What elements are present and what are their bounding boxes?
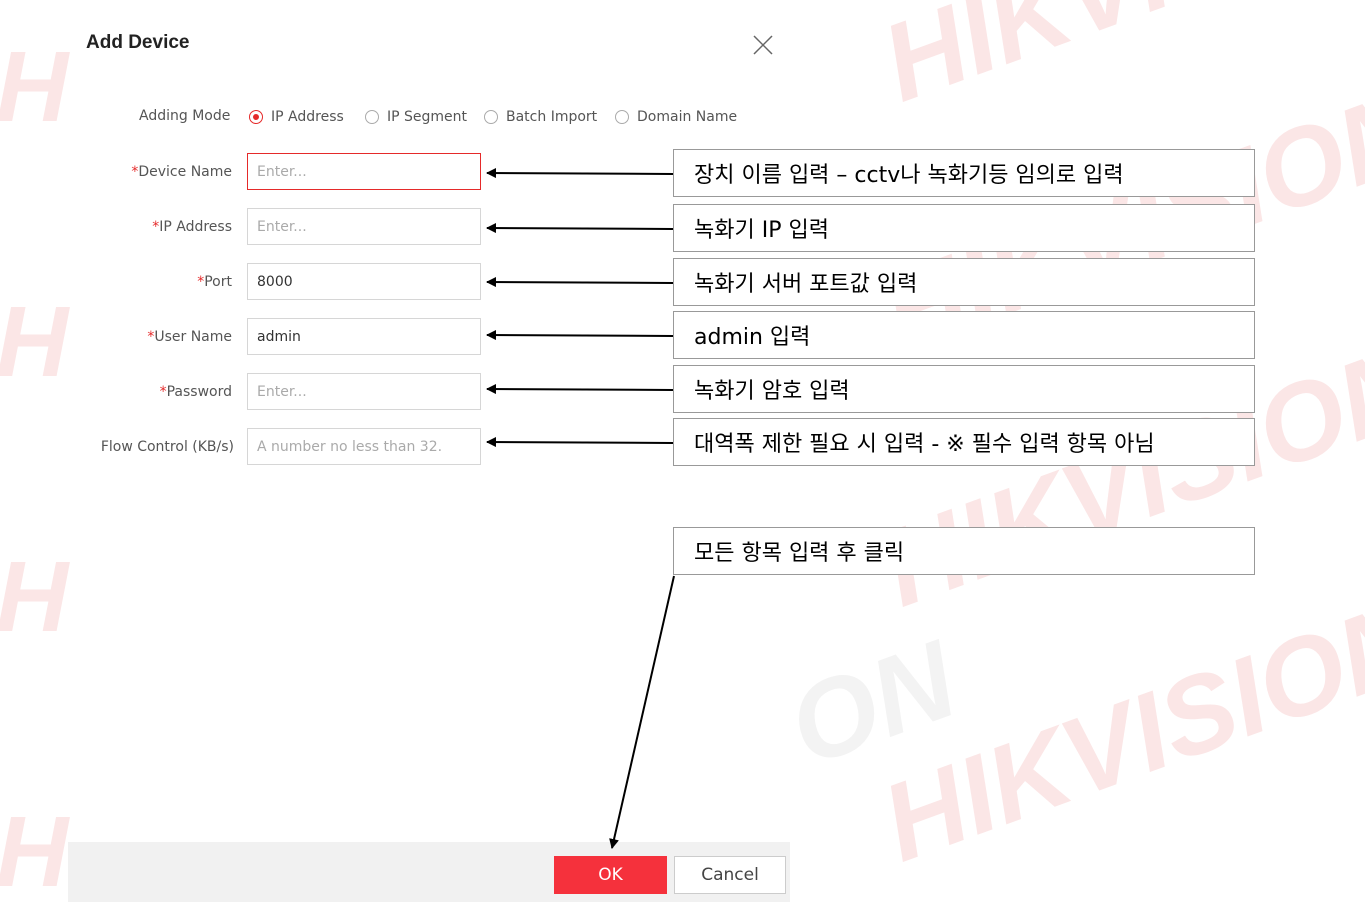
- annotation-ip-address: 녹화기 IP 입력: [673, 204, 1255, 252]
- arrow-ip-address: [486, 223, 674, 234]
- arrow-user-name: [486, 330, 674, 341]
- device-name-label-text: Device Name: [138, 164, 232, 180]
- radio-label: Domain Name: [637, 109, 738, 125]
- watermark-h: H: [0, 286, 69, 398]
- annotation-device-name: 장치 이름 입력 – cctv나 녹화기등 임의로 입력: [673, 149, 1255, 197]
- dialog-title: Add Device: [86, 32, 190, 53]
- watermark-partner: ON: [773, 617, 972, 790]
- close-icon[interactable]: [752, 34, 774, 56]
- flow-control-label-text: Flow Control (KB/s): [100, 439, 234, 455]
- user-name-label: *User Name: [82, 329, 232, 345]
- watermark-brand: HIKVISION: [867, 577, 1365, 886]
- radio-label: Batch Import: [506, 109, 598, 125]
- flow-control-label: Flow Control (KB/s): [84, 439, 234, 455]
- annotation-ok-button: 모든 항목 입력 후 클릭: [673, 527, 1255, 575]
- annotation-password: 녹화기 암호 입력: [673, 365, 1255, 413]
- radio-dot-icon: [484, 110, 498, 124]
- watermark-h: H: [0, 31, 69, 143]
- ok-button[interactable]: OK: [554, 856, 667, 894]
- user-name-label-text: User Name: [154, 329, 232, 345]
- required-mark: *: [159, 384, 167, 400]
- password-label-text: Password: [166, 384, 232, 400]
- ip-address-label-text: IP Address: [159, 219, 232, 235]
- cancel-button[interactable]: Cancel: [674, 856, 786, 894]
- arrow-flow-control: [486, 437, 674, 448]
- arrow-ok-button: [609, 575, 675, 849]
- radio-dot-icon: [615, 110, 629, 124]
- port-input[interactable]: [247, 263, 481, 300]
- device-name-input[interactable]: [247, 153, 481, 190]
- annotation-port: 녹화기 서버 포트값 입력: [673, 258, 1255, 306]
- port-label-text: Port: [204, 274, 232, 290]
- radio-dot-icon: [365, 110, 379, 124]
- device-name-label: *Device Name: [82, 164, 232, 180]
- ip-address-label: *IP Address: [82, 219, 232, 235]
- adding-mode-label: Adding Mode: [139, 108, 231, 124]
- annotation-user-name: admin 입력: [673, 311, 1255, 359]
- watermark-h: H: [0, 796, 69, 908]
- radio-dot-icon: [249, 110, 263, 124]
- radio-label: IP Segment: [387, 109, 468, 125]
- arrow-password: [486, 384, 674, 395]
- radio-label: IP Address: [271, 109, 344, 125]
- ip-address-input[interactable]: [247, 208, 481, 245]
- arrow-port: [486, 277, 674, 288]
- port-label: *Port: [82, 274, 232, 290]
- flow-control-input[interactable]: [247, 428, 481, 465]
- radio-domain-name[interactable]: Domain Name: [615, 109, 737, 125]
- radio-ip-address[interactable]: IP Address: [249, 109, 344, 125]
- radio-batch-import[interactable]: Batch Import: [484, 109, 597, 125]
- arrow-device-name: [486, 168, 674, 179]
- annotation-flow-control: 대역폭 제한 필요 시 입력 - ※ 필수 입력 항목 아님: [673, 418, 1255, 466]
- radio-ip-segment[interactable]: IP Segment: [365, 109, 467, 125]
- password-label: *Password: [82, 384, 232, 400]
- password-input[interactable]: [247, 373, 481, 410]
- watermark-brand: HIKVISION: [867, 0, 1365, 127]
- user-name-input[interactable]: [247, 318, 481, 355]
- watermark-h: H: [0, 541, 69, 653]
